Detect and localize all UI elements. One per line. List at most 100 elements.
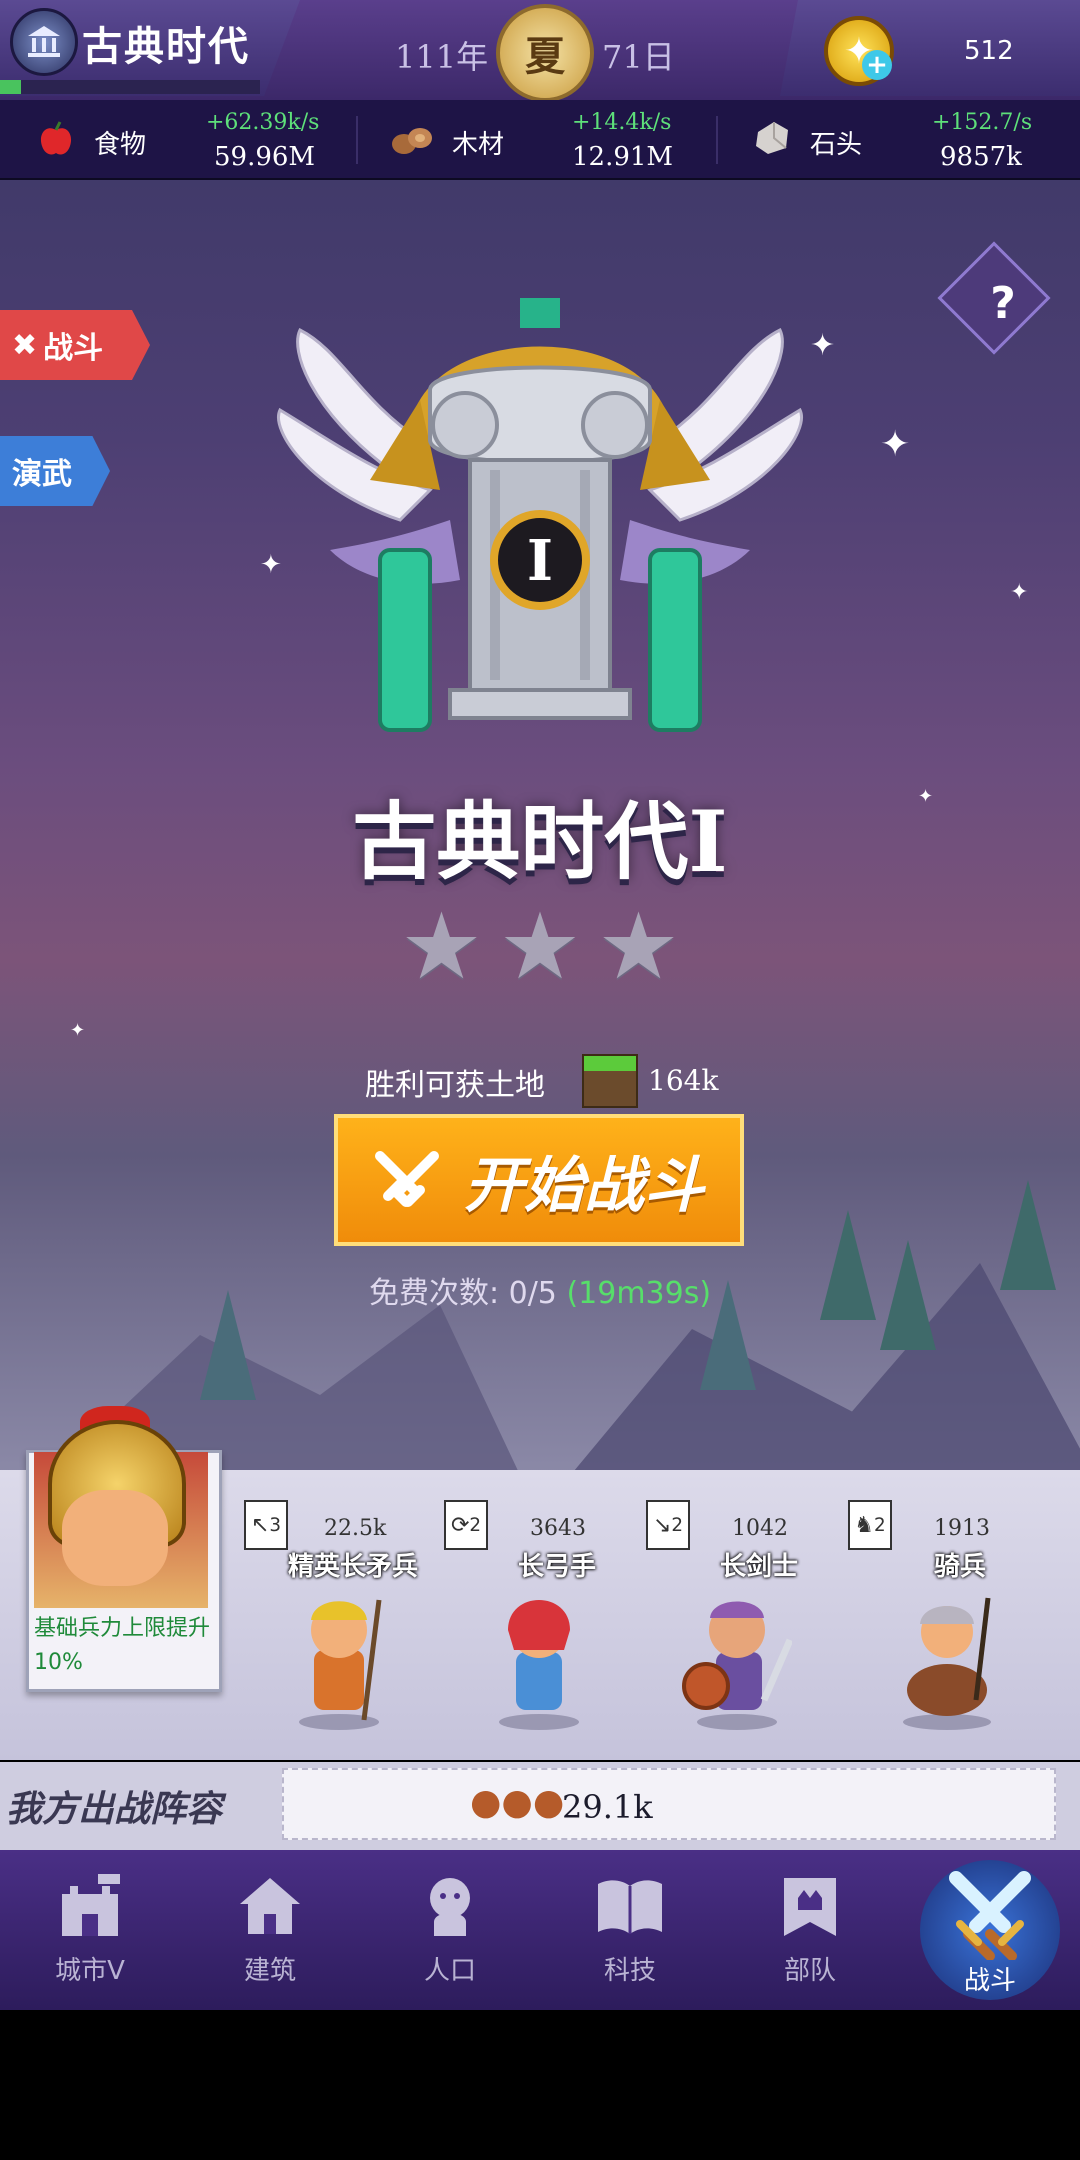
emerald-keystone xyxy=(520,298,560,328)
nav-troops[interactable]: 部队 xyxy=(740,1870,880,2000)
cavalry-figure xyxy=(903,1597,991,1730)
apple-icon xyxy=(36,120,76,160)
divider xyxy=(716,116,718,164)
unit-count: 22.5k xyxy=(324,1516,387,1541)
resource-total: 9857k xyxy=(940,142,1022,172)
sparkle: ✦ xyxy=(880,424,911,465)
era-title: 古典时代 xyxy=(82,24,250,70)
nav-technology[interactable]: 科技 xyxy=(560,1870,700,2000)
era-emblem: I xyxy=(277,298,803,732)
star-icon: ★ xyxy=(498,893,582,1000)
unit-slot-spearman[interactable]: ↖ 3 22.5k 精英长矛兵 xyxy=(244,1500,444,1760)
reward-label: 胜利可获土地 xyxy=(365,1068,545,1103)
nav-label: 科技 xyxy=(603,1956,656,1986)
archer-figure xyxy=(499,1600,579,1730)
era-progress-fill xyxy=(0,80,21,94)
unit-name: 长剑士 xyxy=(720,1552,799,1582)
unit-name: 精英长矛兵 xyxy=(288,1552,419,1582)
battle-tab-button[interactable]: ✖ 战斗 xyxy=(0,310,150,380)
bow-icon: ⟳ 2 xyxy=(444,1500,488,1550)
unit-slot-longbow[interactable]: ⟳ 2 3643 长弓手 xyxy=(444,1500,644,1760)
lineup-label: 我方出战阵容 xyxy=(6,1789,223,1830)
stone-icon xyxy=(752,118,792,158)
resource-food[interactable]: 食物 +62.39k/s 59.96M xyxy=(36,100,356,178)
unit-name: 长弓手 xyxy=(518,1552,597,1582)
era-progress-track xyxy=(0,80,260,94)
sparkle: ✦ xyxy=(1010,580,1029,605)
stage-title: 古典时代I xyxy=(352,792,728,891)
gold-value: 512 xyxy=(964,36,1014,66)
stage-stars: ★ ★ ★ xyxy=(0,893,1080,1000)
star-icon: ★ xyxy=(400,893,483,1000)
wood-log-icon xyxy=(390,120,432,160)
green-ribbon xyxy=(378,548,432,732)
season-badge[interactable]: 夏 xyxy=(496,4,594,102)
spearman-figure xyxy=(299,1599,382,1730)
lineup-power-value: 29.1k xyxy=(562,1788,653,1826)
green-ribbon xyxy=(648,548,702,732)
nav-label: 建筑 xyxy=(243,1956,296,1986)
person-icon xyxy=(414,1870,486,1942)
troops-icon: ●●● xyxy=(470,1782,565,1823)
free-attempts-count: 0/5 xyxy=(508,1276,557,1311)
resource-rate: +152.7/s xyxy=(932,110,1033,135)
add-gold-icon[interactable]: + xyxy=(862,50,892,80)
sparkle: ✦ xyxy=(810,328,836,363)
nav-city[interactable]: 城市V xyxy=(20,1870,160,2000)
nav-battle[interactable]: 战斗 xyxy=(920,1864,1060,1996)
spear-icon: ↖ 3 xyxy=(244,1500,288,1550)
hero-bonus-text: 基础兵力上限提升10% xyxy=(34,1616,211,1675)
bottom-nav xyxy=(0,1850,1080,2010)
resource-rate: +14.4k/s xyxy=(572,110,672,135)
nav-population[interactable]: 人口 xyxy=(380,1870,520,2000)
nav-label: 城市V xyxy=(55,1956,125,1986)
divider xyxy=(356,116,358,164)
start-battle-button[interactable]: 开始战斗 xyxy=(334,1114,744,1246)
resource-total: 59.96M xyxy=(214,142,316,172)
battle-tab-label: 战斗 xyxy=(43,331,104,366)
nav-buildings[interactable]: 建筑 xyxy=(200,1870,340,2000)
resource-total: 12.91M xyxy=(572,142,674,172)
date-year: 111年 xyxy=(395,38,489,76)
free-attempts-line: 免费次数: 0/5 (19m39s) xyxy=(0,1268,1080,1312)
unit-count: 3643 xyxy=(530,1516,586,1541)
castle-icon xyxy=(54,1870,126,1942)
unit-count: 1913 xyxy=(934,1516,990,1541)
drill-tab-button[interactable]: 演武 xyxy=(0,436,110,506)
horse-icon: ♞ 2 xyxy=(848,1500,892,1550)
crossed-swords-icon xyxy=(942,1864,1038,1960)
bottom-letterbox xyxy=(0,2010,1080,2160)
resource-name: 食物 xyxy=(94,130,147,160)
unit-slot-swordsman[interactable]: ↘ 2 1042 长剑士 xyxy=(646,1500,846,1760)
star-icon: ★ xyxy=(597,893,680,1000)
nav-label: 人口 xyxy=(423,1956,476,1986)
resource-stone[interactable]: 石头 +152.7/s 9857k xyxy=(752,100,1072,178)
nav-label: 部队 xyxy=(783,1956,836,1986)
date-day: 71日 xyxy=(602,38,675,76)
temple-icon[interactable] xyxy=(10,8,78,76)
house-icon xyxy=(234,1870,306,1942)
lineup-power-panel[interactable] xyxy=(282,1768,1056,1840)
drill-tab-label: 演武 xyxy=(12,457,72,492)
question-icon[interactable]: ? xyxy=(966,266,1040,340)
nav-label: 战斗 xyxy=(963,1966,1016,1996)
sword-icon: ↘ 2 xyxy=(646,1500,690,1550)
banner-icon xyxy=(774,1870,846,1942)
book-icon xyxy=(594,1870,666,1942)
land-tile-icon xyxy=(582,1054,638,1108)
resource-name: 石头 xyxy=(810,130,863,160)
unit-slot-cavalry[interactable]: ♞ 2 1913 骑兵 xyxy=(848,1500,1048,1760)
crossed-swords-icon: ✖ xyxy=(12,327,38,363)
unit-count: 1042 xyxy=(732,1516,788,1541)
free-attempts-label: 免费次数: xyxy=(368,1276,500,1311)
reward-value: 164k xyxy=(648,1064,719,1097)
resource-rate: +62.39k/s xyxy=(206,110,320,135)
sparkle: ✦ xyxy=(70,1020,86,1041)
start-battle-label: 开始战斗 xyxy=(464,1150,704,1221)
resource-name: 木材 xyxy=(452,130,505,160)
unit-name: 骑兵 xyxy=(934,1552,987,1582)
free-attempts-timer: (19m39s) xyxy=(566,1276,712,1311)
crossed-swords-icon xyxy=(375,1151,439,1207)
resource-wood[interactable]: 木材 +14.4k/s 12.91M xyxy=(390,100,710,178)
emblem-numeral: I xyxy=(527,528,553,594)
